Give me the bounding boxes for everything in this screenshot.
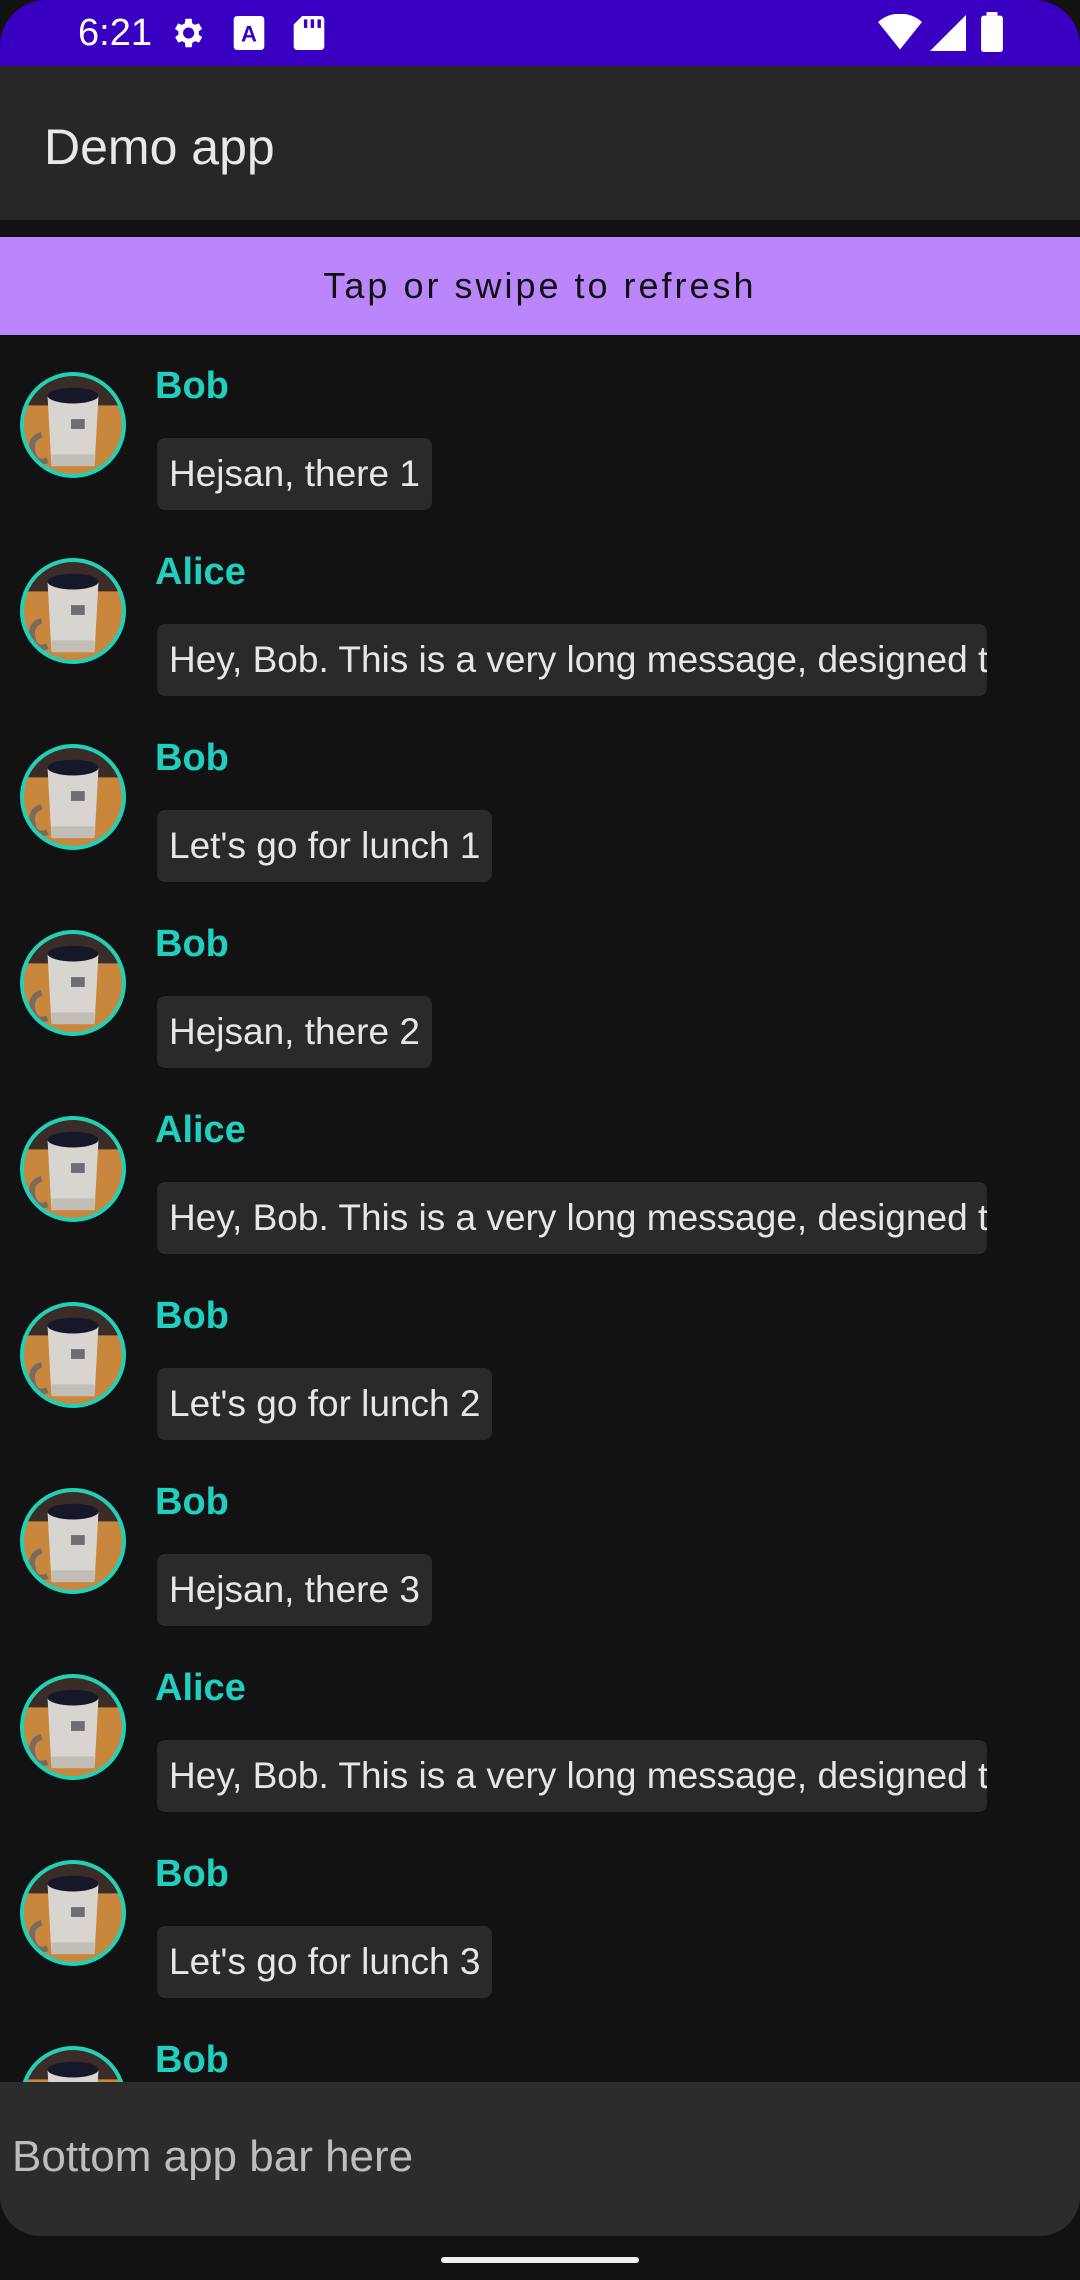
- message-author: Bob: [155, 923, 229, 965]
- message-row[interactable]: Bob Hejsan, there 2: [0, 893, 1080, 1079]
- mug-photo-icon: [24, 1678, 122, 1776]
- avatar: [20, 1302, 126, 1408]
- top-app-bar: Demo app: [0, 66, 1080, 220]
- message-author: Bob: [155, 365, 229, 407]
- message-row[interactable]: Alice Hey, Bob. This is a very long messa…: [0, 521, 1080, 707]
- message-author: Alice: [155, 1109, 246, 1151]
- avatar: [20, 2046, 126, 2082]
- mug-photo-icon: [24, 748, 122, 846]
- message-bubble: Hey, Bob. This is a very long message, d…: [157, 1740, 987, 1812]
- avatar: [20, 372, 126, 478]
- message-row[interactable]: Bob: [0, 2009, 1080, 2082]
- message-bubble: Hejsan, there 2: [157, 996, 432, 1068]
- font-a-icon: A: [233, 16, 265, 50]
- mug-photo-icon: [24, 376, 122, 474]
- avatar: [20, 1488, 126, 1594]
- mug-photo-icon: [24, 1120, 122, 1218]
- status-time: 6:21: [78, 12, 152, 54]
- message-list[interactable]: Bob Hejsan, there 1 Alice Hey, Bob. This is…: [0, 335, 1080, 2082]
- bottom-bar-text: Bottom app bar here: [12, 2132, 414, 2181]
- mug-photo-icon: [24, 1864, 122, 1962]
- mug-photo-icon: [24, 1492, 122, 1590]
- message-bubble: Let's go for lunch 3: [157, 1926, 493, 1998]
- avatar: [20, 558, 126, 664]
- message-bubble: Hejsan, there 3: [157, 1554, 432, 1626]
- battery-icon: [981, 12, 1003, 52]
- message-row[interactable]: Alice Hey, Bob. This is a very long messa…: [0, 1637, 1080, 1823]
- avatar: [20, 1116, 126, 1222]
- message-bubble: Hey, Bob. This is a very long message, d…: [157, 624, 987, 696]
- message-bubble: Let's go for lunch 2: [157, 1368, 493, 1440]
- message-author: Bob: [155, 1481, 229, 1523]
- message-row[interactable]: Bob Hejsan, there 1: [0, 335, 1080, 521]
- message-bubble: Let's go for lunch 1: [157, 810, 493, 882]
- avatar: [20, 744, 126, 850]
- message-row[interactable]: Bob Let's go for lunch 1: [0, 707, 1080, 893]
- message-author: Alice: [155, 551, 246, 593]
- message-row[interactable]: Bob Hejsan, there 3: [0, 1451, 1080, 1637]
- message-bubble: Hey, Bob. This is a very long message, d…: [157, 1182, 987, 1254]
- message-author: Bob: [155, 1295, 229, 1337]
- gesture-nav-handle[interactable]: [441, 2257, 639, 2263]
- avatar: [20, 1674, 126, 1780]
- wifi-icon: [878, 14, 922, 50]
- message-author: Alice: [155, 1667, 246, 1709]
- mug-photo-icon: [24, 934, 122, 1032]
- message-author: Bob: [155, 737, 229, 779]
- message-row[interactable]: Alice Hey, Bob. This is a very long messa…: [0, 1079, 1080, 1265]
- message-bubble: Hejsan, there 1: [157, 438, 432, 510]
- status-bar: 6:21 A: [0, 0, 1080, 66]
- signal-icon: [930, 15, 966, 51]
- message-row[interactable]: Bob Let's go for lunch 2: [0, 1265, 1080, 1451]
- gear-icon: [174, 18, 203, 48]
- app-title: Demo app: [44, 119, 275, 175]
- mug-photo-icon: [24, 2050, 122, 2082]
- sd-card-icon: [293, 16, 325, 50]
- avatar: [20, 1860, 126, 1966]
- mug-photo-icon: [24, 1306, 122, 1404]
- svg-text:A: A: [241, 22, 257, 47]
- bottom-app-bar[interactable]: Bottom app bar here: [0, 2082, 1080, 2236]
- message-author: Bob: [155, 1853, 229, 1895]
- refresh-button[interactable]: Tap or swipe to refresh: [0, 237, 1080, 335]
- message-row[interactable]: Bob Let's go for lunch 3: [0, 1823, 1080, 2009]
- message-author: Bob: [155, 2039, 229, 2081]
- avatar: [20, 930, 126, 1036]
- mug-photo-icon: [24, 562, 122, 660]
